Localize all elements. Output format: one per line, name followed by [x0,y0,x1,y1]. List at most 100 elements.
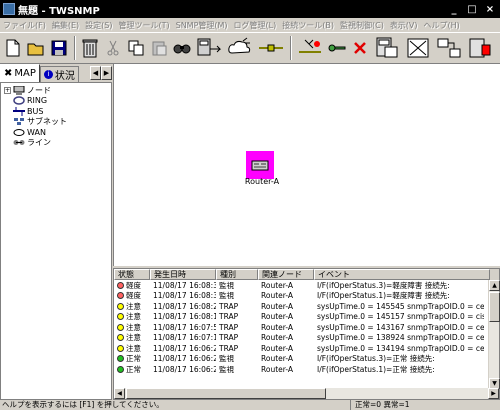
tab-status[interactable]: i 状況 [39,66,79,82]
event-time-cell: 11/08/17 16:07:15 [153,333,216,343]
event-node-cell: Router-A [261,333,294,343]
status-dot-icon [117,292,124,300]
hscroll-thumb[interactable] [126,388,326,399]
tree-item-node[interactable]: + ノード [4,85,111,96]
map-tab-icon: ✖ [4,68,13,79]
tree-item-subnet[interactable]: サブネット [4,117,111,128]
copy-icon[interactable] [125,35,147,61]
event-state-label: 注意 [126,312,141,322]
expand-icon[interactable]: + [4,86,11,94]
connect-line-icon[interactable] [295,35,325,61]
event-node-cell: Router-A [261,322,294,332]
event-type-cell: TRAP [219,333,239,343]
map-canvas[interactable]: Router-A [113,64,500,266]
tree-item-line[interactable]: ライン [4,138,111,149]
minimize-button[interactable]: _ [446,2,462,16]
menu-monitor[interactable]: 監視制御(C) [337,20,387,31]
maximize-button[interactable]: □ [464,2,480,16]
server-list-icon[interactable] [372,35,402,61]
table-row[interactable]: 注意 11/08/17 16:07:15 TRAP Router-A sysUpTime… [114,333,499,344]
column-header-type[interactable]: 種別 [216,269,258,280]
event-type-cell: 監視 [219,280,234,290]
find-icon[interactable] [171,35,193,61]
save-icon[interactable] [48,35,70,61]
object-tree: + ノード RING BUS サブネット WAN ライン [0,82,112,400]
table-row[interactable]: 注意 11/08/17 16:06:28 TRAP Router-A sysUpTime… [114,343,499,354]
event-type-cell: 監視 [219,354,234,364]
event-node-cell: Router-A [261,364,294,374]
tree-item-wan[interactable]: WAN [4,127,111,138]
event-type-cell: TRAP [219,343,239,353]
table-row[interactable]: 軽度 11/08/17 16:08:31 監視 Router-A I/F(ifOperS… [114,280,499,291]
map-layout-icon[interactable] [434,35,464,61]
table-row[interactable]: 注意 11/08/17 16:08:17 TRAP Router-A sysUpTime… [114,312,499,323]
event-time-cell: 11/08/17 16:08:31 [153,280,216,290]
column-header-state[interactable]: 状態 [114,269,150,280]
menu-log[interactable]: ログ管理(L) [231,20,280,31]
subnet-icon [13,117,25,126]
scroll-right-icon[interactable]: ▶ [488,388,499,399]
tab-scroll-right-icon[interactable]: ▶ [101,66,112,80]
delete-icon[interactable] [349,35,371,61]
event-state-label: 軽度 [126,291,141,301]
scroll-up-icon[interactable]: ▲ [489,280,500,291]
menu-edit[interactable]: 編集(E) [49,20,82,31]
event-node-cell: Router-A [261,291,294,301]
toolbar-separator [290,36,292,60]
zoom-fit-icon[interactable] [403,35,433,61]
tab-map[interactable]: ✖ MAP [0,64,40,82]
map-node-router[interactable] [246,151,274,179]
event-text-cell: I/F(ifOperStatus.3)=正常 接続先: [317,354,435,364]
menu-snmp[interactable]: SNMP管理(M) [173,20,231,31]
event-time-cell: 11/08/17 16:06:26 [153,364,216,374]
column-header-time[interactable]: 発生日時 [150,269,216,280]
add-node-icon[interactable] [194,35,224,61]
export-icon[interactable] [465,35,495,61]
status-dot-icon [117,281,124,289]
menu-connect-tools[interactable]: 接続ツール(B) [279,20,337,31]
event-type-cell: TRAP [219,312,239,322]
menu-admin-tools[interactable]: 管理ツール(T) [115,20,172,31]
tab-scroll-left-icon[interactable]: ◀ [90,66,101,80]
event-node-cell: Router-A [261,301,294,311]
table-row[interactable]: 注意 11/08/17 16:07:57 TRAP Router-A sysUpTime… [114,322,499,333]
key-icon[interactable] [326,35,348,61]
table-row[interactable]: 注意 11/08/17 16:08:22 TRAP Router-A sysUpTime… [114,301,499,312]
status-dot-icon [117,344,124,352]
close-button[interactable]: × [482,2,498,16]
wan-icon [13,128,25,137]
new-file-icon[interactable] [2,35,24,61]
paste-icon[interactable] [148,35,170,61]
table-row[interactable]: 正常 11/08/17 16:06:26 監視 Router-A I/F(ifOperS… [114,354,499,365]
menu-file[interactable]: ファイル(F) [0,20,49,31]
column-header-event[interactable]: イベント [314,269,490,280]
event-time-cell: 11/08/17 16:08:30 [153,291,216,301]
event-node-cell: Router-A [261,312,294,322]
event-text-cell: I/F(ifOperStatus.3)=軽度障害 接続先: [317,280,450,290]
line-icon [13,138,25,147]
table-row[interactable]: 正常 11/08/17 16:06:26 監視 Router-A I/F(ifOperS… [114,364,499,375]
event-time-cell: 11/08/17 16:08:17 [153,312,216,322]
add-line-icon[interactable] [256,35,286,61]
scroll-thumb[interactable] [489,292,500,322]
cut-icon[interactable] [102,35,124,61]
window-title: 無題 - TWSNMP [18,5,100,17]
tree-item-bus[interactable]: BUS [4,106,111,117]
trash-icon[interactable] [79,35,101,61]
horizontal-scrollbar[interactable]: ◀ ▶ [114,388,499,399]
open-folder-icon[interactable] [25,35,47,61]
tree-item-label: BUS [27,106,44,116]
event-log-body: 軽度 11/08/17 16:08:31 監視 Router-A I/F(ifOperS… [114,280,499,375]
column-header-node[interactable]: 関連ノード [258,269,314,280]
event-state-cell: 軽度 [114,290,150,301]
add-cloud-icon[interactable] [225,35,255,61]
menu-settings[interactable]: 設定(S) [82,20,115,31]
tree-item-ring[interactable]: RING [4,96,111,107]
event-node-cell: Router-A [261,354,294,364]
menu-help[interactable]: ヘルプ(H) [421,20,463,31]
vertical-scrollbar[interactable]: ▲ ▼ [488,280,500,389]
table-row[interactable]: 軽度 11/08/17 16:08:30 監視 Router-A I/F(ifOperS… [114,291,499,302]
scroll-left-icon[interactable]: ◀ [114,388,125,399]
event-state-cell: 注意 [114,343,150,354]
menu-view[interactable]: 表示(V) [387,20,421,31]
